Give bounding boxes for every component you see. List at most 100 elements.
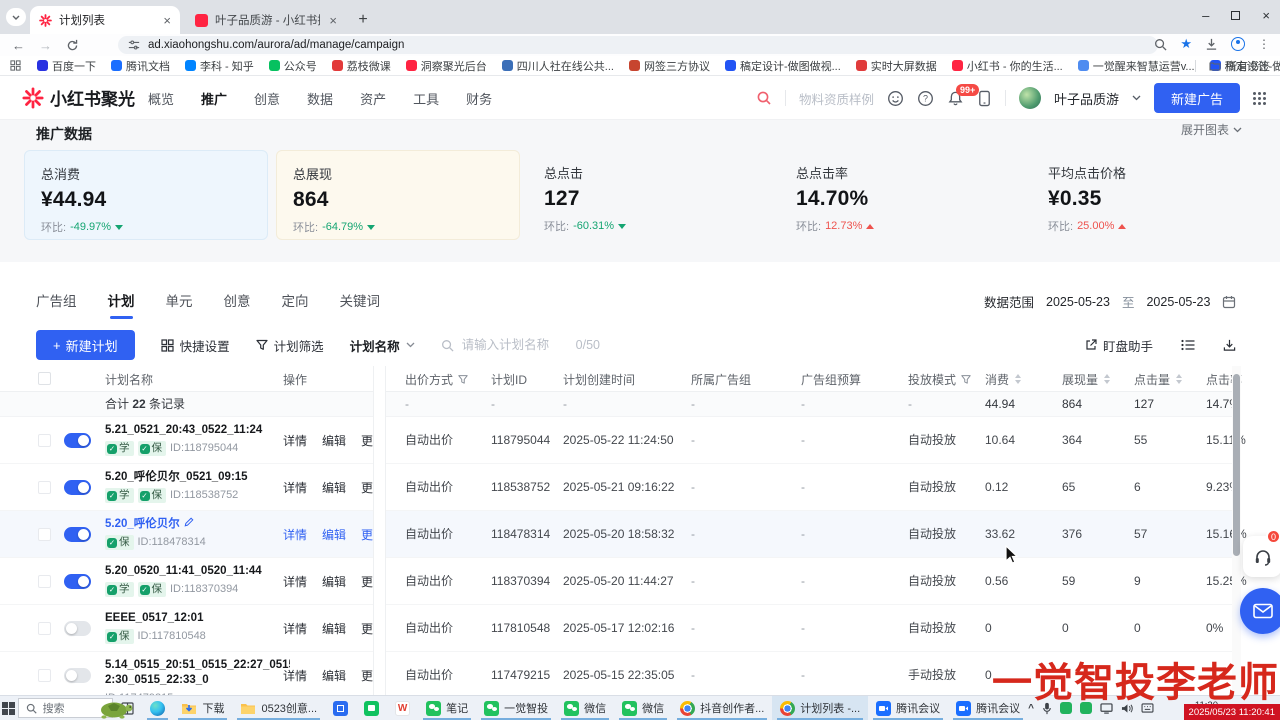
action-编辑[interactable]: 编辑 [322,479,346,496]
plan-toggle[interactable] [64,621,91,636]
plan-name[interactable]: 5.21_0521_20:43_0522_11:24 [105,423,290,438]
nav-item-概览[interactable]: 概览 [148,89,174,108]
action-编辑[interactable]: 编辑 [322,526,346,543]
action-详情[interactable]: 详情 [283,479,307,496]
bookmark-star-icon[interactable]: ★ [1180,36,1192,52]
plan-name[interactable]: 5.20_0520_11:41_0520_11:44 [105,564,290,579]
nav-item-创意[interactable]: 创意 [254,89,280,108]
bookmark-item[interactable]: 腾讯文档 [111,58,170,74]
bookmark-item[interactable]: 百度一下 [37,58,96,74]
sort-icon[interactable] [1104,374,1110,384]
plan-name[interactable]: 5.14_0515_20:51_0515_22:27_0515_2 [105,658,290,673]
column-header-clicks[interactable]: 点击量 [1134,366,1182,392]
monitor-assistant-button[interactable]: 盯盘助手 [1085,336,1153,355]
tab-search-button[interactable] [6,8,26,26]
filter-icon[interactable] [961,374,971,384]
row-checkbox[interactable] [38,481,51,494]
new-plan-button[interactable]: + 新建计划 [36,330,135,360]
download-icon[interactable] [1205,38,1218,51]
nav-item-财务[interactable]: 财务 [466,89,492,108]
taskbar-item-微信[interactable]: 微信 [614,696,672,720]
action-详情[interactable]: 详情 [283,620,307,637]
all-bookmarks-button[interactable]: 所有书签 [1195,58,1270,74]
action-详情[interactable]: 详情 [283,573,307,590]
bookmark-item[interactable]: 实时大屏数据 [856,58,937,74]
plan-filter-button[interactable]: 计划筛选 [256,336,324,355]
browser-menu-icon[interactable]: ⋮ [1258,37,1270,51]
close-window-button[interactable]: × [1262,8,1270,23]
bookmark-item[interactable]: 李科 - 知乎 [185,58,254,74]
plan-toggle[interactable] [64,433,91,448]
taskbar-item-笔记[interactable]: 笔记 [418,696,476,720]
tab-close-icon[interactable]: × [329,13,337,28]
taskbar-item[interactable] [356,696,387,720]
taskbar-item-下载[interactable]: 下载 [173,696,232,720]
start-button[interactable] [0,696,18,720]
apps-launcher-icon[interactable] [1253,92,1266,105]
row-checkbox[interactable] [38,528,51,541]
nav-item-资产[interactable]: 资产 [360,89,386,108]
column-header-cost[interactable]: 消费 [985,366,1021,392]
nav-item-工具[interactable]: 工具 [413,89,439,108]
bookmark-item[interactable]: 洞察聚光后台 [406,58,487,74]
row-checkbox[interactable] [38,669,51,682]
minimize-button[interactable]: – [1202,8,1209,23]
taskbar-item-计划列表 -...[interactable]: 计划列表 -... [772,696,868,720]
taskbar-item[interactable] [325,696,356,720]
taskbar-item-微信[interactable]: 微信 [556,696,614,720]
plan-toggle[interactable] [64,480,91,495]
row-checkbox[interactable] [38,434,51,447]
taskbar-item-腾讯会议[interactable]: 腾讯会议 [868,696,948,720]
action-详情[interactable]: 详情 [283,432,307,449]
bookmark-item[interactable]: 公众号 [269,58,317,74]
column-header-mode[interactable]: 投放模式 [908,366,971,392]
message-button[interactable] [1240,588,1280,634]
tab-广告组[interactable]: 广告组 [36,290,77,319]
date-from[interactable]: 2025-05-23 [1046,295,1110,309]
select-all-checkbox[interactable] [38,372,51,385]
tab-定向[interactable]: 定向 [282,290,309,319]
bookmark-item[interactable]: 网签三方协议 [629,58,710,74]
plan-search-input[interactable] [460,337,570,353]
plan-name-select[interactable]: 计划名称 [350,336,415,355]
bookmark-item[interactable]: 四川人社在线公共... [502,58,614,74]
sort-icon[interactable] [1176,374,1182,384]
material-sample-link[interactable]: 物料资质样例 [799,89,874,108]
help-icon[interactable]: ? [917,90,934,107]
apps-grid-icon[interactable] [10,60,21,71]
bookmark-item[interactable]: 荔枝微课 [332,58,391,74]
tab-关键词[interactable]: 关键词 [340,290,381,319]
account-avatar[interactable] [1019,87,1041,109]
taskbar-item[interactable]: W [387,696,418,720]
plan-name[interactable]: 5.20_呼伦贝尔 [105,517,290,532]
table-scrollbar-thumb[interactable] [1233,374,1240,556]
account-name[interactable]: 叶子品质游 [1054,89,1119,108]
nav-item-数据[interactable]: 数据 [307,89,333,108]
site-settings-icon[interactable] [128,39,140,51]
edit-pencil-icon[interactable] [184,517,194,527]
action-编辑[interactable]: 编辑 [322,667,346,684]
calendar-icon[interactable] [1222,295,1236,309]
filter-icon[interactable] [458,374,468,384]
url-bar[interactable]: ad.xiaohongshu.com/aurora/ad/manage/camp… [118,36,1158,54]
export-download-icon[interactable] [1223,339,1236,352]
bookmark-item[interactable]: 稿定设计-做图做视... [725,58,841,74]
plan-toggle[interactable] [64,527,91,542]
expand-chart-button[interactable]: 展开图表 [1181,121,1242,138]
search-icon[interactable] [756,90,772,106]
browser-profile-icon[interactable] [1231,37,1245,51]
row-checkbox[interactable] [38,622,51,635]
taskbar-item-一觉智投[interactable]: 一觉智投 [476,696,556,720]
tab-close-icon[interactable]: × [163,13,171,28]
tab-计划[interactable]: 计划 [108,290,135,319]
plan-toggle[interactable] [64,574,91,589]
taskbar-search[interactable]: 搜索 [18,698,114,718]
action-编辑[interactable]: 编辑 [322,432,346,449]
tab-单元[interactable]: 单元 [166,290,193,319]
action-详情[interactable]: 详情 [283,526,307,543]
reload-button[interactable] [66,39,79,52]
account-chevron-icon[interactable] [1132,95,1141,101]
sort-icon[interactable] [1015,374,1021,384]
browser-tab[interactable]: 叶子品质游 - 小红书搜索× [186,6,346,34]
mobile-device-icon[interactable] [977,90,992,107]
